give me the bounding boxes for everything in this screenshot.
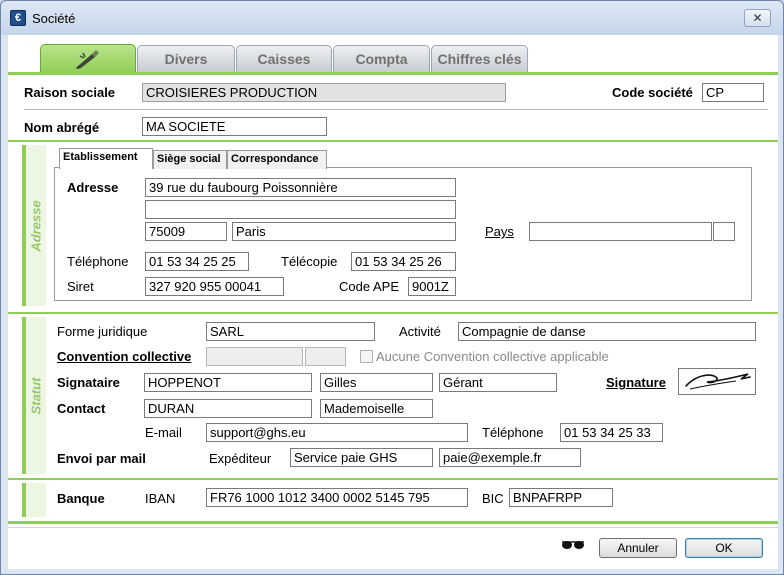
email-label: E-mail: [145, 425, 182, 440]
tab-divider: [8, 72, 778, 75]
signataire-nom-field[interactable]: HOPPENOT: [144, 373, 312, 392]
contact-telephone-field[interactable]: 01 53 34 25 33: [560, 423, 663, 442]
siret-field[interactable]: 327 920 955 00041: [145, 277, 284, 296]
header-separator: [24, 109, 768, 110]
adresse-top-line: [8, 140, 778, 142]
adresse-rail-label: Adresse: [28, 199, 44, 252]
convention-code-field[interactable]: [305, 347, 346, 366]
code-societe-field[interactable]: CP: [702, 83, 764, 102]
glasses-icon[interactable]: [561, 539, 585, 551]
email-field[interactable]: support@ghs.eu: [206, 423, 468, 442]
adresse-line2-field[interactable]: [145, 200, 456, 219]
cancel-button[interactable]: Annuler: [599, 538, 677, 558]
subtab-correspondance[interactable]: Correspondance: [227, 150, 327, 169]
statut-rail-label: Statut: [28, 377, 44, 414]
tab-general[interactable]: [40, 44, 136, 74]
nom-abrege-label: Nom abrégé: [24, 120, 100, 135]
subtab-etablissement[interactable]: Etablissement: [59, 148, 153, 169]
footer-separator: [8, 527, 778, 528]
main-tabs: Divers Caisses Compta Chiffres clés: [8, 35, 778, 74]
code-ape-field[interactable]: 9001Z: [408, 277, 456, 296]
banque-rail: [22, 483, 46, 517]
contact-nom-field[interactable]: DURAN: [144, 399, 312, 418]
expediteur-label: Expéditeur: [209, 451, 272, 466]
pen-icon: [76, 50, 99, 69]
iban-field[interactable]: FR76 1000 1012 3400 0002 5145 795: [206, 488, 468, 507]
window-title: Société: [32, 11, 76, 26]
raison-sociale-field[interactable]: CROISIERES PRODUCTION: [142, 83, 506, 102]
aucune-convention-checkbox[interactable]: [360, 350, 373, 363]
footer-top-line: [8, 521, 778, 524]
telecopie-label: Télécopie: [281, 254, 338, 269]
contact-telephone-label: Téléphone: [482, 425, 544, 440]
close-button[interactable]: ✕: [744, 9, 771, 27]
telephone-label: Téléphone: [67, 254, 129, 269]
subtab-siege-social[interactable]: Siège social: [153, 150, 227, 169]
app-icon: €: [10, 10, 26, 26]
forme-juridique-label: Forme juridique: [57, 324, 148, 339]
code-societe-label: Code société: [612, 85, 693, 100]
tab-caisses[interactable]: Caisses: [236, 45, 332, 72]
tab-chiffres-cles[interactable]: Chiffres clés: [431, 45, 528, 72]
iban-label: IBAN: [145, 491, 176, 506]
ok-button[interactable]: OK: [685, 538, 763, 558]
signataire-prenom-field[interactable]: Gilles: [320, 373, 433, 392]
signature-image: [685, 373, 751, 390]
activite-label: Activité: [399, 324, 441, 339]
forme-juridique-field[interactable]: SARL: [206, 322, 375, 341]
adresse-panel: Etablissement Siège social Correspondanc…: [54, 148, 752, 301]
aucune-convention-label: Aucune Convention collective applicable: [376, 349, 609, 364]
city-field[interactable]: Paris: [232, 222, 456, 241]
signature-box[interactable]: [678, 368, 756, 395]
raison-sociale-label: Raison sociale: [24, 85, 116, 100]
convention-field[interactable]: [206, 347, 303, 366]
postal-code-field[interactable]: 75009: [145, 222, 227, 241]
bic-field[interactable]: BNPAFRPP: [509, 488, 613, 507]
telecopie-field[interactable]: 01 53 34 25 26: [351, 252, 456, 271]
client-area: Divers Caisses Compta Chiffres clés Rais…: [8, 35, 778, 569]
banque-label: Banque: [57, 491, 105, 506]
pays-field[interactable]: [529, 222, 712, 241]
tab-divers[interactable]: Divers: [137, 45, 235, 72]
signataire-label: Signataire: [57, 375, 120, 390]
signataire-fonction-field[interactable]: Gérant: [439, 373, 557, 392]
statut-top-line: [8, 312, 778, 314]
expediteur-email-field[interactable]: paie@exemple.fr: [439, 448, 581, 467]
nom-abrege-field[interactable]: MA SOCIETE: [142, 117, 327, 136]
adresse-line1-field[interactable]: 39 rue du faubourg Poissonnière: [145, 178, 456, 197]
adresse-rail: Adresse: [22, 145, 46, 306]
title-bar[interactable]: € Société ✕: [1, 1, 783, 35]
tab-compta[interactable]: Compta: [333, 45, 430, 72]
envoi-mail-label: Envoi par mail: [57, 451, 146, 466]
convention-collective-link[interactable]: Convention collective: [57, 349, 191, 364]
signature-link[interactable]: Signature: [606, 375, 666, 390]
expediteur-name-field[interactable]: Service paie GHS: [290, 448, 433, 467]
adresse-label: Adresse: [67, 180, 119, 195]
code-ape-label: Code APE: [339, 279, 399, 294]
activite-field[interactable]: Compagnie de danse: [458, 322, 756, 341]
banque-top-line: [8, 478, 778, 480]
telephone-field[interactable]: 01 53 34 25 25: [145, 252, 249, 271]
bic-label: BIC: [482, 491, 504, 506]
contact-civilite-field[interactable]: Mademoiselle: [320, 399, 433, 418]
pays-code-field[interactable]: [713, 222, 735, 241]
societe-window: € Société ✕ Divers Caisses Compta Chiffr…: [0, 0, 784, 575]
statut-rail: Statut: [22, 317, 46, 474]
pays-link[interactable]: Pays: [485, 224, 514, 239]
contact-label: Contact: [57, 401, 106, 416]
siret-label: Siret: [67, 279, 94, 294]
